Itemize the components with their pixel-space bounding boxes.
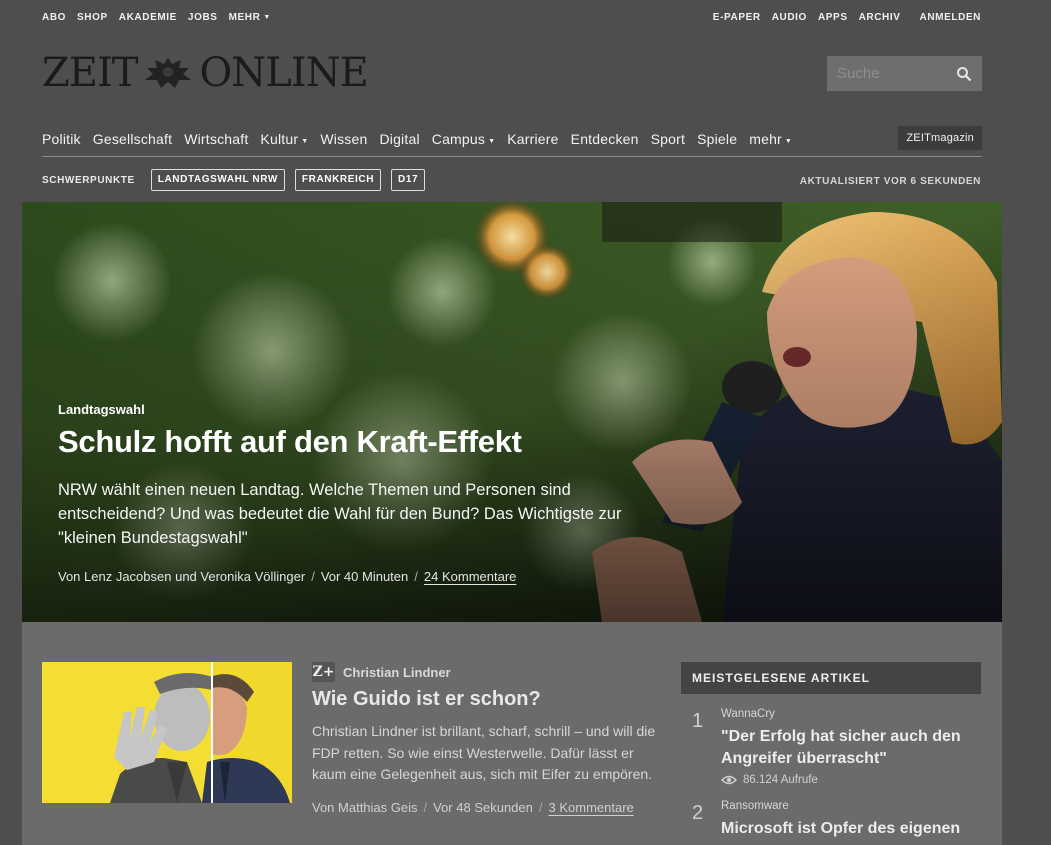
teaser-kicker: Christian Lindner	[343, 664, 451, 680]
zplus-badge: Z+	[312, 662, 335, 682]
caret-down-icon: ▼	[488, 138, 496, 145]
most-read-view-count: 86.124 Aufrufe	[743, 774, 818, 786]
top-link-akademie[interactable]: AKADEMIE	[119, 12, 177, 23]
nav-divider	[42, 156, 982, 157]
nav-item-kultur[interactable]: Kultur ▼	[260, 131, 308, 147]
eye-icon	[721, 775, 737, 785]
teaser-headline[interactable]: Wie Guido ist er schon?	[312, 688, 657, 711]
teaser-image[interactable]	[42, 662, 292, 803]
top-link-audio[interactable]: AUDIO	[772, 12, 807, 23]
logo-text-zeit: ZEIT	[42, 50, 138, 96]
top-link-mehr[interactable]: MEHR ▼	[229, 12, 271, 23]
search-box[interactable]	[827, 56, 982, 91]
nav-item-wissen[interactable]: Wissen	[320, 131, 367, 147]
top-links-left: ABO SHOP AKADEMIE JOBS MEHR ▼	[42, 12, 271, 23]
nav-item-wirtschaft[interactable]: Wirtschaft	[184, 131, 248, 147]
most-read-headline[interactable]: Microsoft ist Opfer des eigenen	[721, 818, 981, 840]
hero-kicker: Landtagswahl	[58, 402, 145, 417]
site-logo[interactable]: ZEIT ONLINE	[42, 50, 392, 96]
nav-item-kultur-label: Kultur	[260, 131, 299, 147]
most-read-views: 86.124 Aufrufe	[721, 774, 981, 786]
most-read-item[interactable]: 1 WannaCry "Der Erfolg hat sicher auch d…	[681, 708, 981, 786]
nav-item-spiele[interactable]: Spiele	[697, 131, 737, 147]
most-read-category: Ransomware	[721, 800, 789, 812]
eagle-emblem-icon	[145, 58, 192, 88]
search-icon[interactable]	[956, 66, 972, 82]
top-links-right: E-PAPER AUDIO APPS ARCHIV ANMELDEN	[713, 12, 981, 23]
topic-chip-frankreich[interactable]: FRANKREICH	[294, 169, 382, 191]
most-read-rank: 1	[692, 710, 704, 732]
caret-down-icon: ▼	[301, 138, 309, 145]
caret-down-icon: ▼	[784, 138, 793, 145]
hero-image	[22, 202, 1002, 622]
nav-item-politik[interactable]: Politik	[42, 131, 81, 147]
nav-item-karriere[interactable]: Karriere	[507, 131, 558, 147]
most-read-panel: MEISTGELESENE ARTIKEL 1 WannaCry "Der Er…	[681, 662, 981, 840]
nav-item-campus[interactable]: Campus ▼	[432, 131, 495, 147]
top-link-epaper[interactable]: E-PAPER	[713, 12, 761, 23]
teaser-author: Von Matthias Geis	[312, 799, 418, 815]
meta-separator: /	[538, 799, 543, 815]
login-link[interactable]: ANMELDEN	[920, 12, 981, 23]
top-link-archiv[interactable]: ARCHIV	[859, 12, 901, 23]
zeitmagazin-link[interactable]: ZEITmagazin	[898, 126, 982, 150]
topic-chip-d17[interactable]: D17	[391, 169, 426, 191]
top-link-shop[interactable]: SHOP	[77, 12, 108, 23]
hero-author: Von Lenz Jacobsen und Veronika Völlinger	[58, 569, 306, 584]
main-navigation: Politik Gesellschaft Wirtschaft Kultur ▼ …	[42, 126, 982, 150]
meta-separator: /	[311, 569, 315, 584]
topics-label: SCHWERPUNKTE	[42, 174, 135, 186]
hero-lead: NRW wählt einen neuen Landtag. Welche Th…	[58, 481, 622, 547]
top-link-apps[interactable]: APPS	[818, 12, 848, 23]
teaser-kicker-row: Z+ Christian Lindner	[312, 662, 657, 682]
topic-chip-landtagswahl[interactable]: LANDTAGSWAHL NRW	[150, 169, 285, 191]
top-bar: ABO SHOP AKADEMIE JOBS MEHR ▼ E-PAPER AUD…	[0, 0, 1051, 36]
teaser-meta: Von Matthias Geis / Vor 48 Sekunden / 3 …	[312, 800, 657, 815]
hero-headline[interactable]: Schulz hofft auf den Kraft-Effekt	[58, 424, 522, 460]
teaser-comments-link[interactable]: 3 Kommentare	[549, 800, 634, 815]
top-link-mehr-label: MEHR	[228, 12, 261, 23]
search-input[interactable]	[837, 65, 949, 82]
top-link-abo[interactable]: ABO	[42, 12, 66, 23]
hero-meta: Von Lenz Jacobsen und Veronika Völlinger…	[58, 569, 516, 584]
logo-text-online: ONLINE	[199, 50, 368, 96]
topics-bar: SCHWERPUNKTE LANDTAGSWAHL NRW FRANKREICH…	[42, 169, 435, 191]
nav-item-mehr[interactable]: mehr ▼	[749, 131, 792, 147]
teaser-text: Christian Lindner ist brillant, scharf, …	[312, 723, 656, 782]
meta-separator: /	[414, 569, 418, 584]
nav-item-gesellschaft[interactable]: Gesellschaft	[93, 131, 172, 147]
hero-comments-link[interactable]: 24 Kommentare	[424, 569, 517, 584]
nav-item-sport[interactable]: Sport	[651, 131, 685, 147]
content-area: Z+ Christian Lindner Wie Guido ist er sc…	[22, 622, 1002, 845]
nav-item-entdecken[interactable]: Entdecken	[571, 131, 639, 147]
teaser-time: Vor 48 Sekunden	[433, 799, 533, 815]
hero-time: Vor 40 Minuten	[320, 569, 409, 584]
hero-article[interactable]: Landtagswahl Schulz hofft auf den Kraft-…	[22, 202, 1002, 622]
nav-item-digital[interactable]: Digital	[379, 131, 419, 147]
last-updated: AKTUALISIERT VOR 6 SEKUNDEN	[799, 176, 981, 187]
nav-item-mehr-label: mehr	[749, 131, 782, 147]
most-read-rank: 2	[692, 802, 704, 824]
nav-item-campus-label: Campus	[431, 131, 486, 147]
most-read-headline[interactable]: "Der Erfolg hat sicher auch den Angreife…	[721, 726, 981, 770]
teaser-article[interactable]: Z+ Christian Lindner Wie Guido ist er sc…	[312, 662, 657, 815]
most-read-item[interactable]: 2 Ransomware Microsoft ist Opfer des eig…	[681, 800, 981, 840]
most-read-heading: MEISTGELESENE ARTIKEL	[681, 662, 981, 694]
caret-down-icon: ▼	[263, 14, 271, 21]
meta-separator: /	[423, 799, 428, 815]
top-link-jobs[interactable]: JOBS	[188, 12, 218, 23]
most-read-category: WannaCry	[721, 708, 775, 720]
lindner-photo	[42, 662, 292, 803]
